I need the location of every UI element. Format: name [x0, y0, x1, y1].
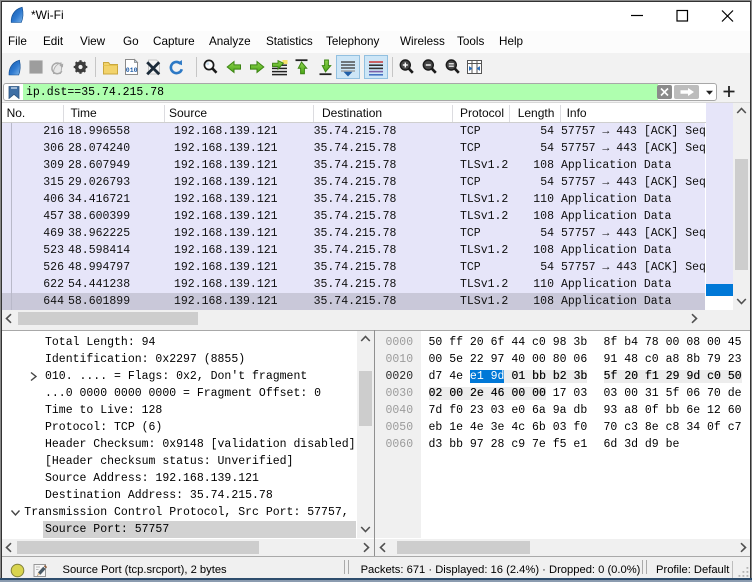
- svg-text:010: 010: [126, 67, 138, 74]
